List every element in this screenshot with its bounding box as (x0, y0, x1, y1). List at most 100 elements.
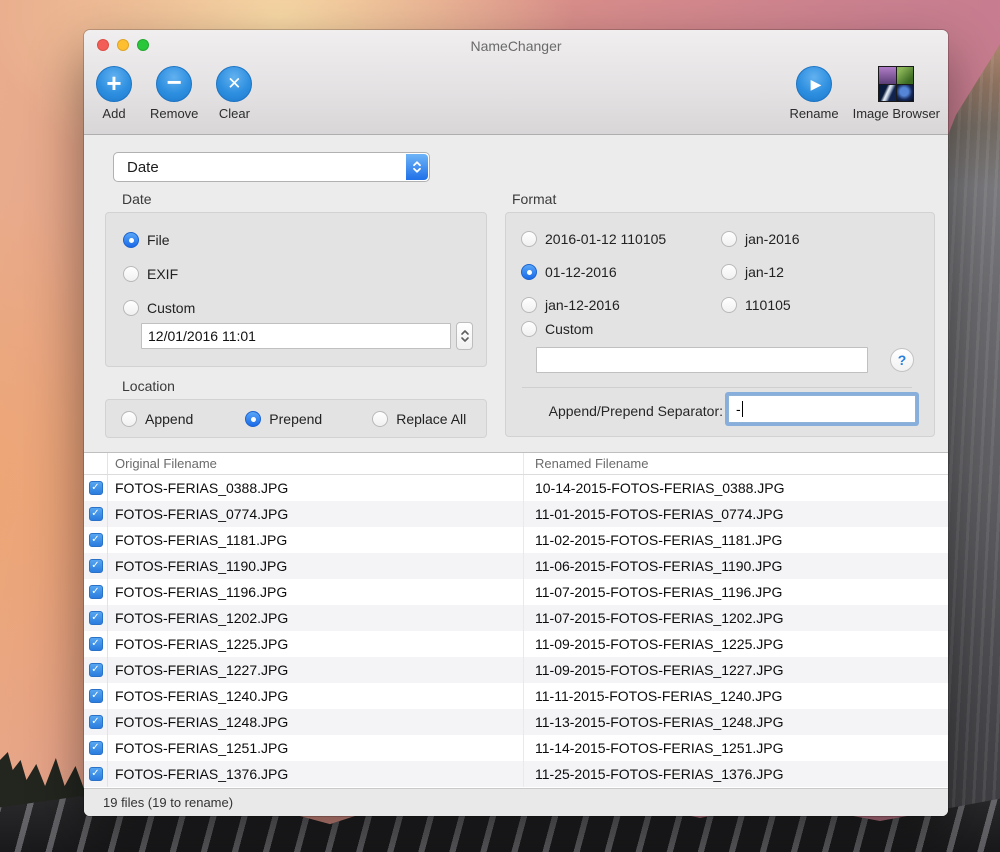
row-checkbox[interactable]: ✓ (89, 559, 103, 573)
app-window: NameChanger + Add − Remove ✕ Clear ▶ (84, 30, 948, 816)
window-chrome: NameChanger + Add − Remove ✕ Clear ▶ (84, 30, 948, 135)
row-checkbox[interactable]: ✓ (89, 507, 103, 521)
rename-button-label: Rename (789, 106, 838, 121)
traffic-lights (97, 39, 149, 51)
row-checkbox-cell: ✓ (84, 475, 108, 501)
radio-2016-01-12-110105[interactable]: 2016-01-12 110105 (521, 231, 721, 247)
status-text: 19 files (19 to rename) (103, 795, 233, 810)
divider (522, 387, 912, 388)
table-row[interactable]: ✓FOTOS-FERIAS_1251.JPG11-14-2015-FOTOS-F… (84, 735, 948, 761)
action-dropdown[interactable]: Date (113, 152, 430, 182)
table-row[interactable]: ✓FOTOS-FERIAS_1202.JPG11-07-2015-FOTOS-F… (84, 605, 948, 631)
radio-label: jan-12-2016 (545, 297, 620, 313)
table-row[interactable]: ✓FOTOS-FERIAS_1181.JPG11-02-2015-FOTOS-F… (84, 527, 948, 553)
location-section-label: Location (122, 378, 175, 394)
row-checkbox[interactable]: ✓ (89, 637, 103, 651)
titlebar[interactable]: NameChanger (84, 30, 948, 60)
rename-button[interactable]: ▶ Rename (789, 66, 838, 121)
renamed-filename: 11-09-2015-FOTOS-FERIAS_1227.JPG (524, 657, 948, 683)
row-checkbox[interactable]: ✓ (89, 767, 103, 781)
image-browser-button[interactable]: Image Browser (853, 66, 940, 121)
radio-label: 110105 (745, 297, 791, 313)
radio-110105[interactable]: 110105 (721, 297, 800, 313)
row-checkbox[interactable]: ✓ (89, 741, 103, 755)
minimize-button[interactable] (117, 39, 129, 51)
thumbnail (897, 85, 914, 102)
original-filename: FOTOS-FERIAS_1196.JPG (108, 579, 524, 605)
original-filename: FOTOS-FERIAS_1225.JPG (108, 631, 524, 657)
location-groupbox: Append Prepend Replace All (105, 399, 487, 438)
row-checkbox-cell: ✓ (84, 553, 108, 579)
row-checkbox[interactable]: ✓ (89, 715, 103, 729)
radio-exif[interactable]: EXIF (123, 257, 195, 291)
column-header-renamed[interactable]: Renamed Filename (524, 453, 948, 474)
radio-prepend[interactable]: Prepend (245, 411, 322, 427)
date-stepper[interactable] (456, 322, 473, 350)
original-filename: FOTOS-FERIAS_1190.JPG (108, 553, 524, 579)
zoom-button[interactable] (137, 39, 149, 51)
row-checkbox[interactable]: ✓ (89, 611, 103, 625)
radio-replace-all[interactable]: Replace All (372, 411, 466, 427)
checkbox-column-header (84, 453, 108, 474)
add-button-label: Add (102, 106, 125, 121)
original-filename: FOTOS-FERIAS_1240.JPG (108, 683, 524, 709)
custom-format-input[interactable] (536, 347, 868, 373)
rename-play-icon: ▶ (796, 66, 832, 102)
clear-button-label: Clear (219, 106, 250, 121)
custom-date-input[interactable] (141, 323, 451, 349)
remove-button[interactable]: − Remove (150, 66, 198, 121)
table-row[interactable]: ✓ FOTOS-FERIAS_1248.JPG11-13-2015-FOTOS-F… (84, 709, 948, 735)
location-radio-group: Append Prepend Replace All (121, 400, 466, 437)
renamed-filename: 11-07-2015-FOTOS-FERIAS_1196.JPG (524, 579, 948, 605)
row-checkbox[interactable]: ✓ (89, 585, 103, 599)
radio-icon (721, 264, 737, 280)
radio-icon (123, 266, 139, 282)
radio-custom[interactable]: Custom (123, 291, 195, 325)
remove-icon: − (156, 66, 192, 102)
row-checkbox[interactable]: ✓ (89, 663, 103, 677)
table-row[interactable]: ✓FOTOS-FERIAS_0388.JPG10-14-2015-FOTOS-F… (84, 475, 948, 501)
file-table: Original Filename Renamed Filename ✓FOTO… (84, 452, 948, 788)
radio-append[interactable]: Append (121, 411, 193, 427)
radio-icon (121, 411, 137, 427)
radio-label: jan-12 (745, 264, 784, 280)
table-row[interactable]: ✓ FOTOS-FERIAS_1227.JPG11-09-2015-FOTOS-F… (84, 657, 948, 683)
close-button[interactable] (97, 39, 109, 51)
row-checkbox[interactable]: ✓ (89, 689, 103, 703)
rename-controls-panel: Date Date FileEXIFCustom Location Append… (84, 135, 948, 452)
radio-label: Custom (545, 321, 593, 337)
row-checkbox-cell: ✓ (84, 631, 108, 657)
radio-label: Append (145, 411, 193, 427)
separator-input[interactable]: - (728, 395, 916, 423)
table-row[interactable]: ✓FOTOS-FERIAS_1376.JPG11-25-2015-FOTOS-F… (84, 761, 948, 787)
radio-file[interactable]: File (123, 223, 195, 257)
original-filename: FOTOS-FERIAS_1248.JPG (108, 709, 524, 735)
table-row[interactable]: ✓FOTOS-FERIAS_0774.JPG11-01-2015-FOTOS-F… (84, 501, 948, 527)
radio-jan-12[interactable]: jan-12 (721, 264, 800, 280)
original-filename: FOTOS-FERIAS_1227.JPG (108, 657, 524, 683)
radio-01-12-2016[interactable]: 01-12-2016 (521, 264, 721, 280)
table-row[interactable]: ✓FOTOS-FERIAS_1240.JPG11-11-2015-FOTOS-F… (84, 683, 948, 709)
radio-jan-12-2016[interactable]: jan-12-2016 (521, 297, 721, 313)
toolbar: + Add − Remove ✕ Clear ▶ Rename (84, 60, 948, 134)
radio-jan-2016[interactable]: jan-2016 (721, 231, 800, 247)
row-checkbox[interactable]: ✓ (89, 533, 103, 547)
clear-button[interactable]: ✕ Clear (214, 66, 254, 121)
toolbar-right-group: ▶ Rename Image Browser (789, 66, 940, 121)
renamed-filename: 11-13-2015-FOTOS-FERIAS_1248.JPG (524, 709, 948, 735)
radio-custom[interactable]: Custom (521, 321, 593, 337)
help-icon: ? (898, 352, 907, 368)
table-row[interactable]: ✓ FOTOS-FERIAS_1196.JPG11-07-2015-FOTOS-F… (84, 579, 948, 605)
original-filename: FOTOS-FERIAS_0388.JPG (108, 475, 524, 501)
help-button[interactable]: ? (890, 348, 914, 372)
thumbnail (879, 67, 896, 84)
add-button[interactable]: + Add (94, 66, 134, 121)
column-header-original[interactable]: Original Filename (108, 453, 524, 474)
row-checkbox-cell: ✓ (84, 579, 108, 605)
radio-icon (521, 321, 537, 337)
window-title: NameChanger (84, 30, 948, 62)
row-checkbox[interactable]: ✓ (89, 481, 103, 495)
row-checkbox-cell: ✓ (84, 527, 108, 553)
table-row[interactable]: ✓FOTOS-FERIAS_1190.JPG11-06-2015-FOTOS-F… (84, 553, 948, 579)
table-row[interactable]: ✓FOTOS-FERIAS_1225.JPG11-09-2015-FOTOS-F… (84, 631, 948, 657)
